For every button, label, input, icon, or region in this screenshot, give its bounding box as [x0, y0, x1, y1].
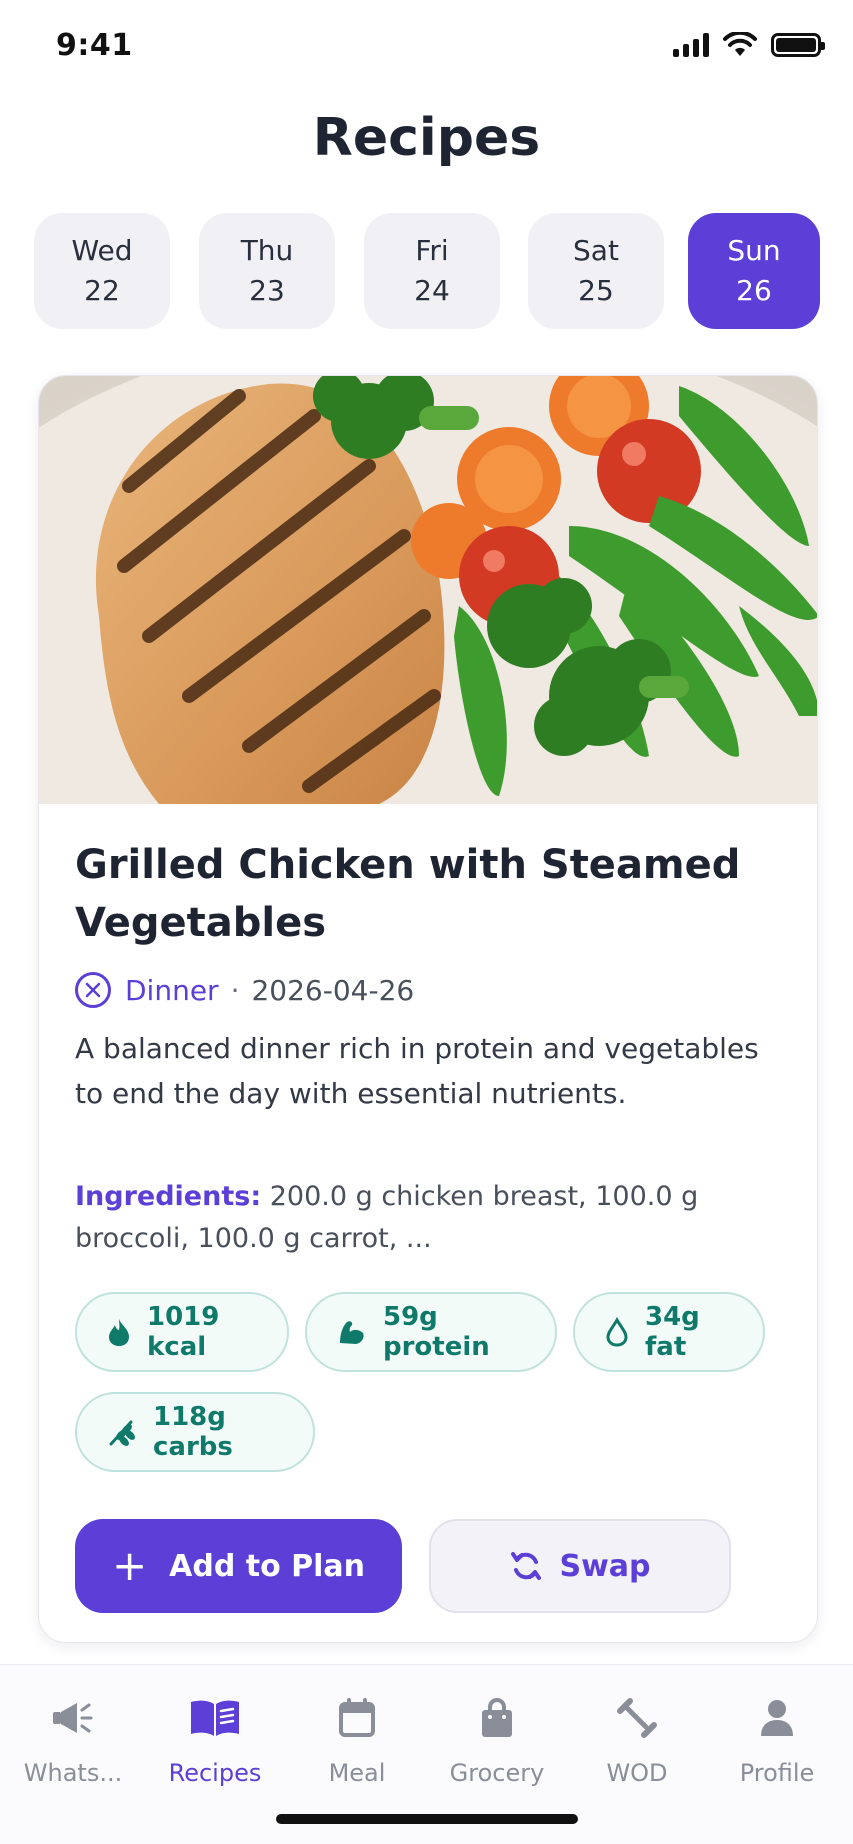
page-title: Recipes [312, 108, 541, 168]
day-chip-sat[interactable]: Sat 25 [528, 213, 664, 329]
tab-label: Whats... [23, 1759, 123, 1787]
day-name: Fri [415, 233, 449, 267]
swap-label: Swap [559, 1548, 651, 1584]
day-number: 25 [578, 274, 614, 307]
status-icons [673, 32, 825, 58]
cellular-signal-icon [673, 33, 709, 57]
nutrition-chip-fat: 34g fat [573, 1292, 765, 1372]
plus-icon: + [111, 1541, 148, 1590]
droplet-icon [605, 1317, 629, 1347]
kcal-value: 1019 kcal [147, 1302, 220, 1362]
wheat-icon [107, 1417, 137, 1447]
meta-separator: · [230, 973, 240, 1007]
day-name: Sun [727, 233, 781, 267]
recipe-description: A balanced dinner rich in protein and ve… [75, 1032, 759, 1111]
fat-value: 34g fat [645, 1302, 700, 1362]
ingredients-label: Ingredients: [75, 1181, 262, 1212]
status-bar: 9:41 [0, 0, 853, 90]
carbs-value: 118g carbs [153, 1402, 233, 1462]
tab-meal[interactable]: Meal [286, 1695, 428, 1787]
recipe-title: Grilled Chicken with Steamed Vegetables [75, 842, 741, 946]
day-name: Sat [573, 233, 619, 267]
person-icon [759, 1695, 795, 1741]
add-to-plan-button[interactable]: + Add to Plan [75, 1519, 402, 1613]
nutrition-chip-carbs: 118g carbs [75, 1392, 315, 1472]
book-icon [189, 1695, 241, 1741]
nutrition-chip-kcal: 1019 kcal [75, 1292, 289, 1372]
swap-button[interactable]: Swap [429, 1519, 731, 1613]
day-chip-sun[interactable]: Sun 26 [688, 213, 820, 329]
tab-label: Profile [739, 1759, 815, 1787]
recipe-image [39, 376, 817, 804]
day-name: Wed [71, 233, 133, 267]
day-number: 22 [84, 274, 120, 307]
tab-wod[interactable]: WOD [566, 1695, 708, 1787]
flame-icon [107, 1317, 131, 1347]
nutrition-chip-protein: 59g protein [305, 1292, 557, 1372]
wifi-icon [723, 32, 757, 56]
tab-whats-new[interactable]: Whats... [2, 1695, 144, 1787]
recipe-ingredients: Ingredients: 200.0 g chicken breast, 100… [75, 1176, 775, 1260]
add-to-plan-label: Add to Plan [169, 1548, 366, 1584]
battery-icon [771, 33, 825, 57]
bag-icon [480, 1695, 514, 1741]
day-chip-wed[interactable]: Wed 22 [34, 213, 170, 329]
dumbbell-icon [616, 1695, 658, 1741]
day-number: 23 [249, 274, 285, 307]
day-selector: Wed 22 Thu 23 Fri 24 Sat 25 Sun 26 [34, 213, 820, 329]
tab-recipes[interactable]: Recipes [144, 1695, 286, 1787]
tab-label: Recipes [168, 1759, 262, 1787]
protein-value: 59g protein [383, 1302, 490, 1362]
refresh-icon [509, 1549, 543, 1583]
day-number: 26 [736, 274, 772, 307]
meal-category: Dinner [125, 973, 219, 1007]
utensils-icon [75, 972, 111, 1008]
day-name: Thu [240, 233, 294, 267]
calendar-icon [338, 1695, 376, 1741]
day-chip-thu[interactable]: Thu 23 [199, 213, 335, 329]
recipe-meta: Dinner · 2026-04-26 [75, 972, 414, 1008]
status-time: 9:41 [56, 28, 133, 63]
recipe-date: 2026-04-26 [251, 973, 415, 1007]
tab-label: WOD [606, 1759, 668, 1787]
day-number: 24 [414, 274, 450, 307]
muscle-icon [337, 1317, 367, 1347]
tab-label: Meal [328, 1759, 386, 1787]
megaphone-icon [51, 1695, 95, 1741]
tab-label: Grocery [449, 1759, 545, 1787]
tab-profile[interactable]: Profile [706, 1695, 848, 1787]
day-chip-fri[interactable]: Fri 24 [364, 213, 500, 329]
tab-grocery[interactable]: Grocery [426, 1695, 568, 1787]
home-indicator [276, 1814, 578, 1824]
recipe-card[interactable]: Grilled Chicken with Steamed Vegetables … [38, 375, 818, 1643]
